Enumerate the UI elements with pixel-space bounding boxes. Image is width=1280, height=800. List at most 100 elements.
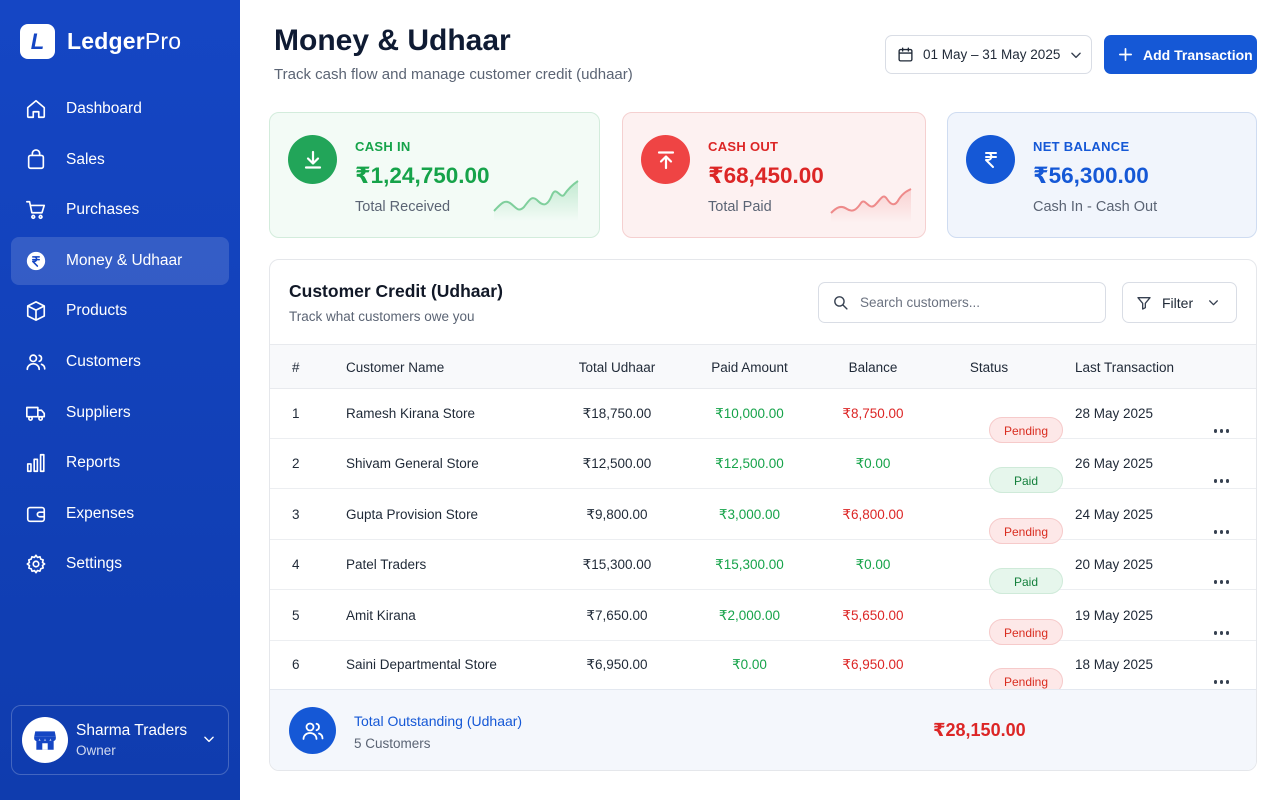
row-num: 3 [292,507,300,522]
sidebar-item-purchases[interactable]: Purchases [11,186,229,234]
cash-out-label: CASH OUT [708,139,779,154]
store-avatar-icon [22,717,68,763]
row-num: 5 [292,608,300,623]
column-header-status[interactable]: Status [951,360,1027,375]
calendar-icon [897,46,914,63]
search-icon [832,294,849,311]
user-role: Owner [76,743,116,758]
sidebar-item-label: Reports [66,454,121,472]
home-icon [25,98,47,120]
brand-name-light: Pro [144,28,182,54]
sidebar-item-dashboard[interactable]: Dashboard [11,85,229,133]
customer-name: Gupta Provision Store [346,507,479,522]
column-header-num[interactable]: # [292,360,300,375]
sidebar-item-products[interactable]: Products [11,287,229,335]
table-row[interactable]: 2 Shivam General Store ₹12,500.00 ₹12,50… [270,439,1256,493]
sidebar-item-customers[interactable]: Customers [11,338,229,386]
column-header-last-transaction[interactable]: Last Transaction [1075,360,1174,375]
column-header-total[interactable]: Total Udhaar [567,360,667,375]
user-name: Sharma Traders [76,722,188,739]
date-range-picker[interactable]: 01 May – 31 May 2025 [885,35,1092,74]
page-title: Money & Udhaar [274,24,511,57]
column-header-balance[interactable]: Balance [831,360,915,375]
sidebar-item-label: Settings [66,555,123,573]
last-transaction: 28 May 2025 [1075,406,1154,421]
sidebar-item-expenses[interactable]: Expenses [11,490,229,538]
user-account-switcher[interactable]: Sharma Traders Owner [11,705,229,775]
chevron-down-icon [1069,48,1083,62]
chevron-down-icon [202,732,216,751]
cash-in-label: CASH IN [355,139,411,154]
add-transaction-label: Add Transaction [1143,46,1253,63]
sidebar-item-label: Purchases [66,201,140,219]
sidebar-item-reports[interactable]: Reports [11,439,229,487]
add-transaction-button[interactable]: Add Transaction [1104,35,1257,74]
sidebar-item-label: Money & Udhaar [66,251,183,269]
table-row[interactable]: 4 Patel Traders ₹15,300.00 ₹15,300.00 ₹0… [270,540,1256,594]
sidebar-item-label: Sales [66,150,105,168]
customer-count: 5 Customers [354,736,431,751]
paid-amount: ₹3,000.00 [718,507,781,522]
net-balance-card: NET BALANCE ₹56,300.00 Cash In - Cash Ou… [947,112,1257,238]
last-transaction: 20 May 2025 [1075,557,1154,572]
total-udhaar: ₹18,750.00 [582,406,652,421]
download-arrow-icon [288,135,337,184]
balance: ₹6,950.00 [842,657,904,672]
box-icon [25,300,47,322]
row-num: 6 [292,657,300,672]
cash-in-sparkline [493,180,579,221]
last-transaction: 24 May 2025 [1075,507,1154,522]
table-row[interactable]: 6 Saini Departmental Store ₹6,950.00 ₹0.… [270,640,1256,694]
gear-icon [25,553,47,575]
total-outstanding-title: Total Outstanding (Udhaar) [354,713,523,729]
column-header-paid[interactable]: Paid Amount [699,360,800,375]
sidebar-item-label: Customers [66,352,141,370]
total-udhaar: ₹7,650.00 [586,608,648,623]
users-icon [25,351,47,373]
chevron-down-icon [1207,296,1220,309]
paid-amount: ₹0.00 [732,657,767,672]
total-udhaar: ₹12,500.00 [582,456,652,471]
customer-search[interactable] [818,282,1106,323]
truck-icon [25,402,47,424]
last-transaction: 19 May 2025 [1075,608,1154,623]
table-header: # Customer Name Total Udhaar Paid Amount… [270,344,1256,389]
table-row[interactable]: 5 Amit Kirana ₹7,650.00 ₹2,000.00 ₹5,650… [270,591,1256,645]
column-header-name[interactable]: Customer Name [346,360,444,375]
date-range-value: 01 May – 31 May 2025 [923,47,1061,62]
total-udhaar: ₹9,800.00 [586,507,648,522]
sidebar-item-money-udhaar[interactable]: Money & Udhaar [11,236,229,285]
brand-name: LedgerPro [67,28,181,55]
brand-logo-letter: L [30,28,45,54]
brand[interactable]: L LedgerPro [20,24,181,59]
balance: ₹6,800.00 [842,507,904,522]
sidebar-item-sales[interactable]: Sales [11,136,229,184]
cart-icon [25,199,47,221]
sidebar-item-label: Dashboard [66,100,142,117]
paid-amount: ₹15,300.00 [715,557,784,572]
cash-out-card: CASH OUT ₹68,450.00 Total Paid [622,112,926,238]
table-row[interactable]: 3 Gupta Provision Store ₹9,800.00 ₹3,000… [270,490,1256,544]
cash-in-value: ₹1,24,750.00 [355,163,490,188]
row-num: 2 [292,456,300,471]
total-outstanding-amount: ₹28,150.00 [933,720,1026,740]
paid-amount: ₹2,000.00 [718,608,781,623]
brand-logo: L [20,24,55,59]
search-input[interactable] [860,295,1090,310]
page-subtitle: Track cash flow and manage customer cred… [274,66,633,83]
sidebar-item-suppliers[interactable]: Suppliers [11,389,229,437]
panel-title: Customer Credit (Udhaar) [289,281,503,301]
cash-out-value: ₹68,450.00 [708,163,824,188]
total-outstanding-summary: Total Outstanding (Udhaar) 5 Customers ₹… [270,689,1256,770]
net-balance-value: ₹56,300.00 [1033,163,1149,188]
cash-in-card: CASH IN ₹1,24,750.00 Total Received [269,112,600,238]
row-num: 1 [292,406,300,421]
sidebar-item-settings[interactable]: Settings [11,540,229,588]
table-row[interactable]: 1 Ramesh Kirana Store ₹18,750.00 ₹10,000… [270,389,1256,443]
sidebar-item-label: Suppliers [66,403,131,421]
filter-button[interactable]: Filter [1122,282,1237,323]
net-balance-label: NET BALANCE [1033,139,1130,154]
balance: ₹0.00 [855,456,891,471]
customer-name: Ramesh Kirana Store [346,406,476,421]
sidebar-item-label: Products [66,302,128,320]
